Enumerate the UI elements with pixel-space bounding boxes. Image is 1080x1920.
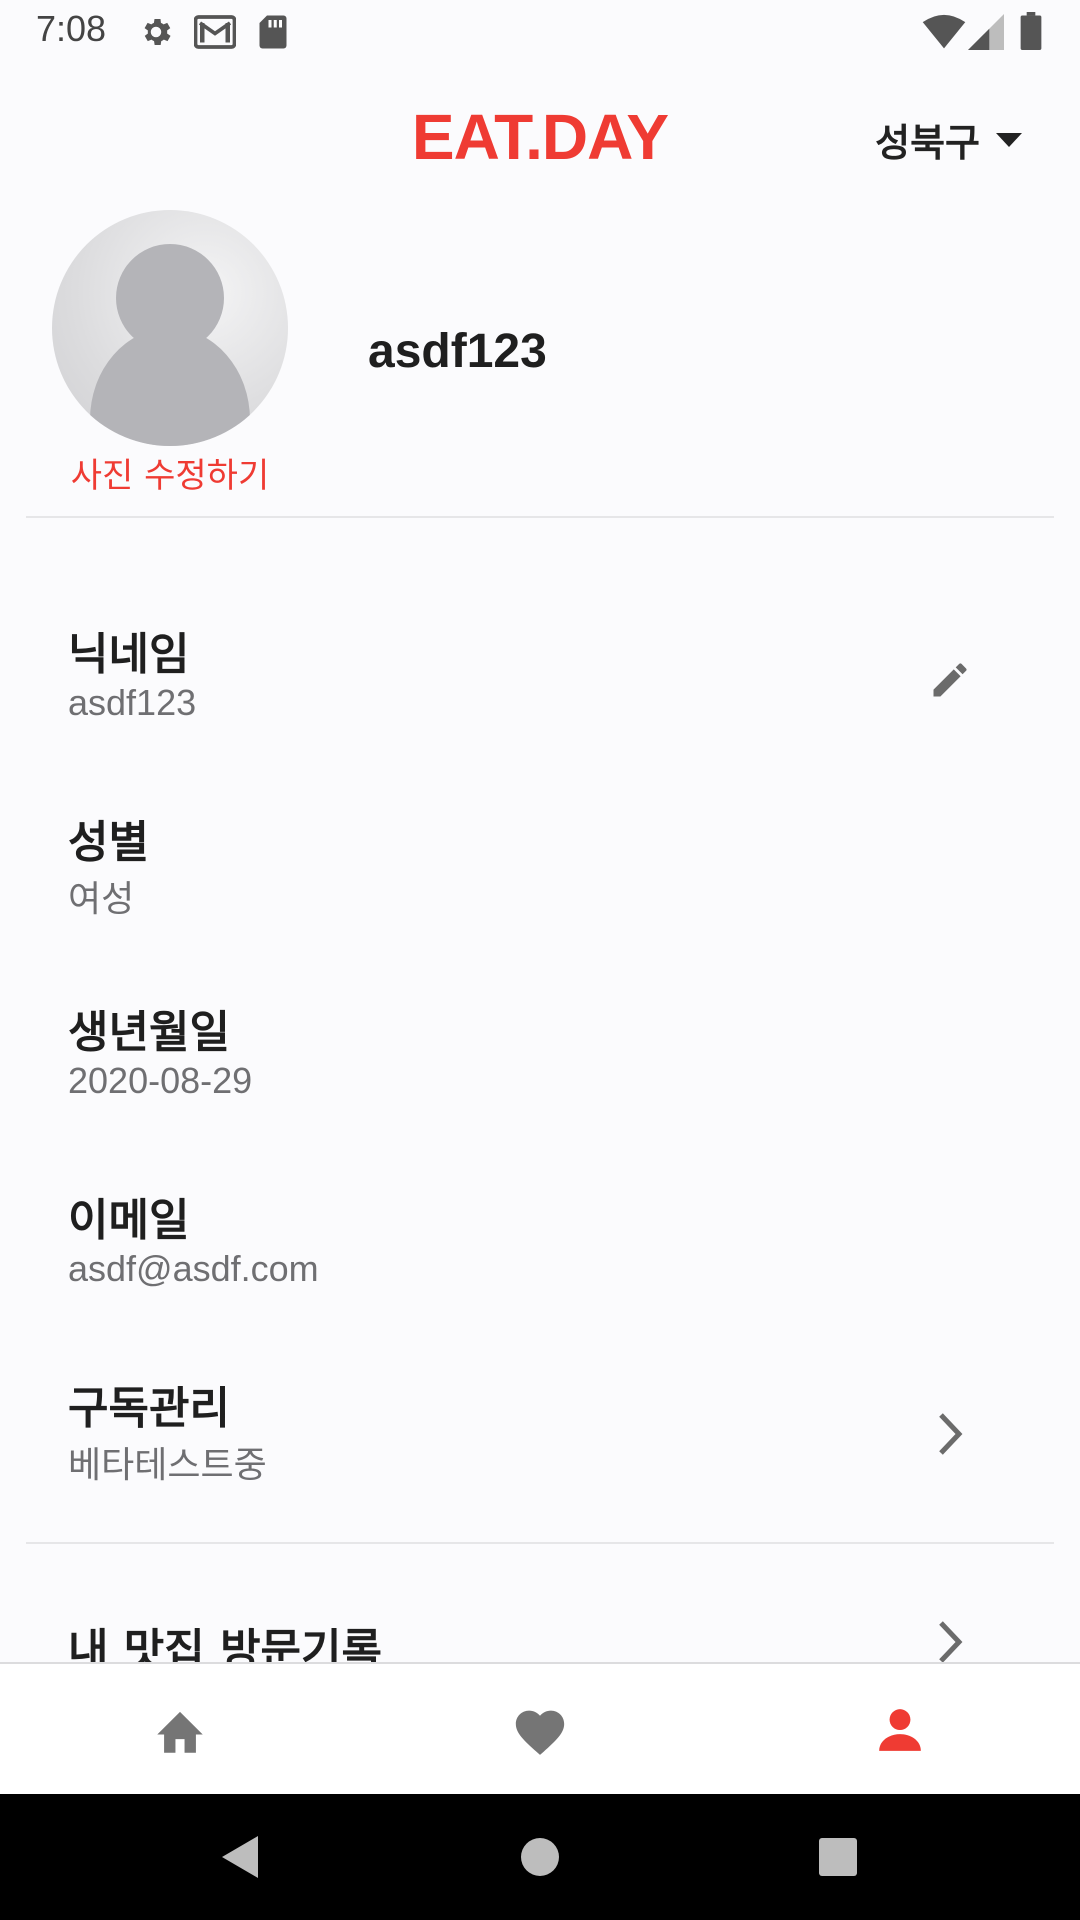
- gmail-icon: [194, 15, 236, 49]
- district-label: 성북구: [875, 121, 980, 165]
- cell-signal-icon: [968, 14, 1004, 50]
- field-label: 이메일: [68, 1195, 190, 1246]
- app-header: EAT.DAY 성북구: [0, 64, 1080, 214]
- bottom-navigation: [0, 1662, 1080, 1796]
- field-label: 닉네임: [68, 629, 190, 680]
- person-icon: [879, 1709, 921, 1751]
- home-icon: [157, 1711, 203, 1753]
- chevron-right-icon: [939, 1621, 963, 1662]
- field-value: 베타테스트중: [68, 1444, 267, 1485]
- wifi-icon: [922, 14, 966, 49]
- tab-profile[interactable]: [720, 1664, 1080, 1796]
- field-nickname[interactable]: 닉네임 asdf123: [0, 618, 1080, 768]
- field-subscription[interactable]: 구독관리 베타테스트중: [0, 1372, 1080, 1522]
- chevron-right-icon: [939, 1413, 963, 1455]
- default-avatar-icon: [90, 244, 250, 446]
- divider: [26, 1542, 1054, 1544]
- settings-gear-icon: [144, 18, 171, 46]
- back-icon: [222, 1836, 258, 1878]
- profile-section: 사진 수정하기 asdf123: [0, 210, 1080, 516]
- field-value: asdf@asdf.com: [68, 1248, 319, 1289]
- field-label: 성별: [68, 817, 149, 868]
- district-dropdown[interactable]: 성북구: [875, 112, 1022, 167]
- field-birthdate: 생년월일 2020-08-29: [0, 996, 1080, 1146]
- pencil-edit-icon: [933, 663, 967, 697]
- field-label: 구독관리: [68, 1383, 230, 1434]
- caret-down-icon: [996, 132, 1022, 147]
- home-circle-icon: [521, 1838, 559, 1876]
- visit-history-row[interactable]: 내 맛집 방문기록: [0, 1614, 1080, 1662]
- field-value: asdf123: [68, 682, 197, 723]
- recents-icon: [819, 1838, 857, 1876]
- field-value: 2020-08-29: [68, 1060, 253, 1101]
- field-label: 생년월일: [68, 1007, 230, 1058]
- edit-nickname-button[interactable]: [920, 650, 980, 710]
- field-gender: 성별 여성: [0, 806, 1080, 956]
- home-button[interactable]: [480, 1794, 600, 1920]
- system-navigation-bar: [0, 1794, 1080, 1920]
- field-email: 이메일 asdf@asdf.com: [0, 1184, 1080, 1334]
- profile-username: asdf123: [368, 325, 547, 378]
- visit-history-chevron[interactable]: [920, 1614, 980, 1662]
- battery-icon: [1020, 12, 1042, 50]
- back-button[interactable]: [180, 1794, 300, 1920]
- tab-favorites[interactable]: [360, 1664, 720, 1796]
- visit-history-label: 내 맛집 방문기록: [68, 1625, 382, 1662]
- tab-home[interactable]: [0, 1664, 360, 1796]
- avatar[interactable]: [52, 210, 288, 446]
- status-bar: 7:08: [0, 0, 1080, 64]
- divider: [26, 516, 1054, 518]
- subscription-chevron[interactable]: [920, 1404, 980, 1464]
- heart-icon: [515, 1710, 565, 1755]
- edit-photo-link[interactable]: 사진 수정하기: [40, 448, 300, 497]
- status-time: 7:08: [36, 8, 107, 49]
- sd-card-icon: [259, 15, 287, 49]
- recents-button[interactable]: [778, 1794, 898, 1920]
- field-value: 여성: [68, 878, 135, 919]
